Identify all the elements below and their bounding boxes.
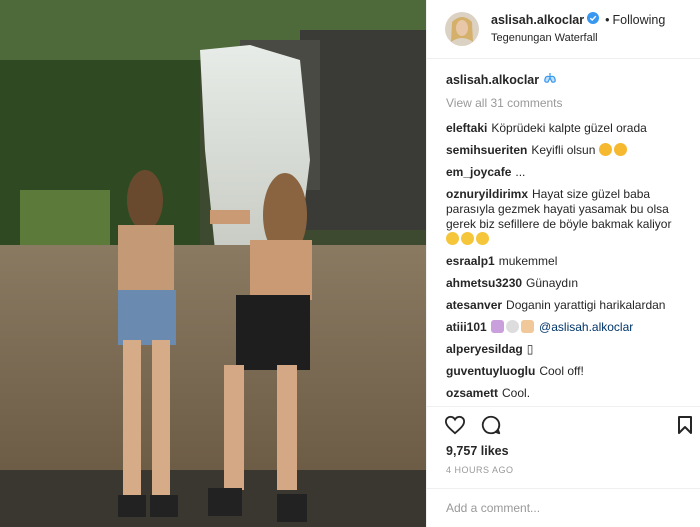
likes-count[interactable]: 9,757 likes — [446, 444, 509, 458]
separator-dot: • — [605, 13, 610, 27]
comment-username[interactable]: guventuyluoglu — [446, 364, 535, 378]
comment-username[interactable]: semihsueriten — [446, 143, 527, 157]
comment-text: Cool off! — [539, 364, 584, 378]
waterfall-photo-image — [0, 0, 426, 527]
verified-badge-icon — [587, 12, 600, 28]
comment-text: Keyifli olsun — [531, 143, 596, 157]
instagram-post: aslisah.alkoclar • Following Tegenungan … — [0, 0, 700, 527]
comment-text: Günaydın — [526, 276, 579, 290]
comment-username[interactable]: alperyesildag — [446, 342, 523, 356]
music-note-emoji-icon — [505, 320, 519, 333]
thumbs-up-emoji-icon — [520, 320, 534, 333]
comment-text: mukemmel — [498, 254, 558, 268]
header-username[interactable]: aslisah.alkoclar — [491, 12, 584, 28]
post-actions — [427, 406, 700, 436]
list-item: atesanver Doganin yarattigi harikalardan — [446, 298, 690, 313]
comment-username[interactable]: atiii101 — [446, 320, 487, 334]
comment-username[interactable]: atesanver — [446, 298, 502, 312]
post-header: aslisah.alkoclar • Following Tegenungan … — [427, 0, 700, 59]
location-link[interactable]: Tegenungan Waterfall — [491, 30, 665, 46]
bookmark-icon[interactable] — [677, 415, 693, 435]
crying-emoji-icon — [446, 232, 459, 245]
list-item: oznuryildirimx Hayat size güzel baba para… — [446, 187, 690, 247]
woman-emoji-icon — [490, 320, 504, 333]
list-item: atiii101 @aslisah.alkoclar — [446, 320, 690, 335]
comment-mention[interactable]: @aslisah.alkoclar — [539, 320, 633, 334]
list-item: semihsueriten Keyifli olsun — [446, 143, 690, 158]
crying-emoji-icon — [476, 232, 489, 245]
post-sidebar: aslisah.alkoclar • Following Tegenungan … — [426, 0, 700, 527]
comment-username[interactable]: ahmetsu3230 — [446, 276, 522, 290]
lungs-emoji-icon — [543, 72, 557, 88]
list-item: ahmetsu3230 Günaydın — [446, 276, 690, 291]
caption: aslisah.alkoclar — [446, 72, 690, 88]
add-comment-bar — [427, 488, 700, 527]
wink-tongue-emoji-icon — [598, 143, 612, 156]
crying-emoji-icon — [461, 232, 474, 245]
list-item: eleftaki Köprüdeki kalpte güzel orada — [446, 121, 690, 136]
caption-username[interactable]: aslisah.alkoclar — [446, 73, 539, 88]
list-item: esraalp1 mukemmel — [446, 254, 690, 269]
comment-username[interactable]: esraalp1 — [446, 254, 495, 268]
post-timestamp: 4 HOURS AGO — [446, 465, 514, 475]
comment-text: ▯ — [526, 342, 534, 356]
comment-text: ... — [515, 165, 526, 179]
list-item: ozsamett Cool. — [446, 386, 690, 401]
add-comment-input[interactable] — [446, 501, 682, 515]
comment-bubble-icon[interactable] — [480, 414, 502, 436]
wink-tongue-emoji-icon — [613, 143, 627, 156]
comment-username[interactable]: eleftaki — [446, 121, 487, 135]
view-all-comments-link[interactable]: View all 31 comments — [446, 96, 690, 111]
list-item: guventuyluoglu Cool off! — [446, 364, 690, 379]
avatar[interactable] — [445, 12, 479, 46]
list-item: alperyesildag ▯ — [446, 342, 690, 357]
post-photo[interactable] — [0, 0, 426, 527]
avatar-image — [445, 12, 479, 46]
comment-username[interactable]: oznuryildirimx — [446, 187, 528, 201]
comments-list: aslisah.alkoclar View all 31 comments el… — [427, 59, 700, 401]
comment-text: Cool. — [502, 386, 531, 400]
comment-text: Doganin yarattigi harikalardan — [506, 298, 666, 312]
like-heart-icon[interactable] — [444, 415, 466, 435]
comment-text: Köprüdeki kalpte güzel orada — [491, 121, 647, 135]
following-button[interactable]: Following — [613, 12, 666, 28]
comment-username[interactable]: em_joycafe — [446, 165, 511, 179]
list-item: em_joycafe... — [446, 165, 690, 180]
comment-username[interactable]: ozsamett — [446, 386, 498, 400]
